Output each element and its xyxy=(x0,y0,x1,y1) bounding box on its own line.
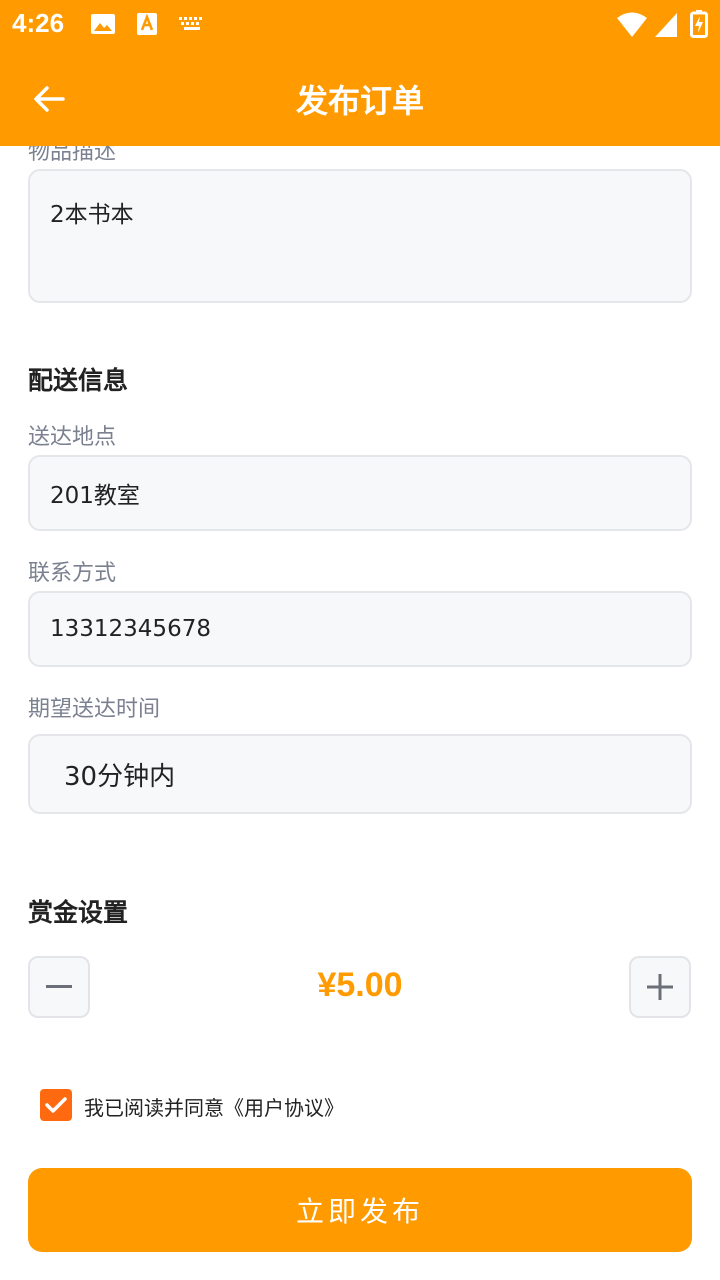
wifi-icon xyxy=(617,12,647,37)
delivery-time-value: 30分钟内 xyxy=(64,761,176,792)
status-time: 4:26 xyxy=(12,8,65,38)
signal-icon xyxy=(655,13,677,37)
item-description-value: 2本书本 xyxy=(50,202,134,228)
address-value: 201教室 xyxy=(50,483,140,509)
address-label: 送达地点 xyxy=(28,425,117,450)
order-form[interactable]: 物品描述 2本书本 配送信息 送达地点 201教室 联系方式 133123456… xyxy=(0,146,720,1280)
agreement-checkbox[interactable] xyxy=(40,1089,72,1121)
page-title: 发布订单 xyxy=(295,82,424,120)
status-bar: 4:26 xyxy=(0,0,720,50)
battery-charging-icon xyxy=(690,10,708,38)
publish-button[interactable]: 立即发布 xyxy=(28,1168,692,1252)
address-field[interactable]: 201教室 xyxy=(28,455,692,531)
app-bar: 发布订单 xyxy=(0,50,720,146)
delivery-time-label: 期望送达时间 xyxy=(28,697,161,722)
reward-section-title: 赏金设置 xyxy=(28,898,129,927)
agreement-text[interactable]: 我已阅读并同意《用户协议》 xyxy=(84,1092,344,1121)
contact-field[interactable]: 13312345678 xyxy=(28,591,692,667)
keyboard-icon xyxy=(179,17,202,30)
delivery-section-title: 配送信息 xyxy=(28,366,129,395)
checkmark-icon xyxy=(45,1097,67,1113)
delivery-time-select[interactable]: 30分钟内 xyxy=(28,734,692,814)
item-description-label: 物品描述 xyxy=(28,146,117,165)
image-icon xyxy=(91,14,115,34)
contact-value: 13312345678 xyxy=(50,616,211,642)
plus-icon xyxy=(647,974,673,1000)
contact-label: 联系方式 xyxy=(28,561,117,586)
text-a-icon xyxy=(137,13,157,35)
item-description-field[interactable]: 2本书本 xyxy=(28,169,692,303)
reward-amount: ¥5.00 xyxy=(317,966,403,1004)
increase-reward-button[interactable] xyxy=(629,956,691,1018)
